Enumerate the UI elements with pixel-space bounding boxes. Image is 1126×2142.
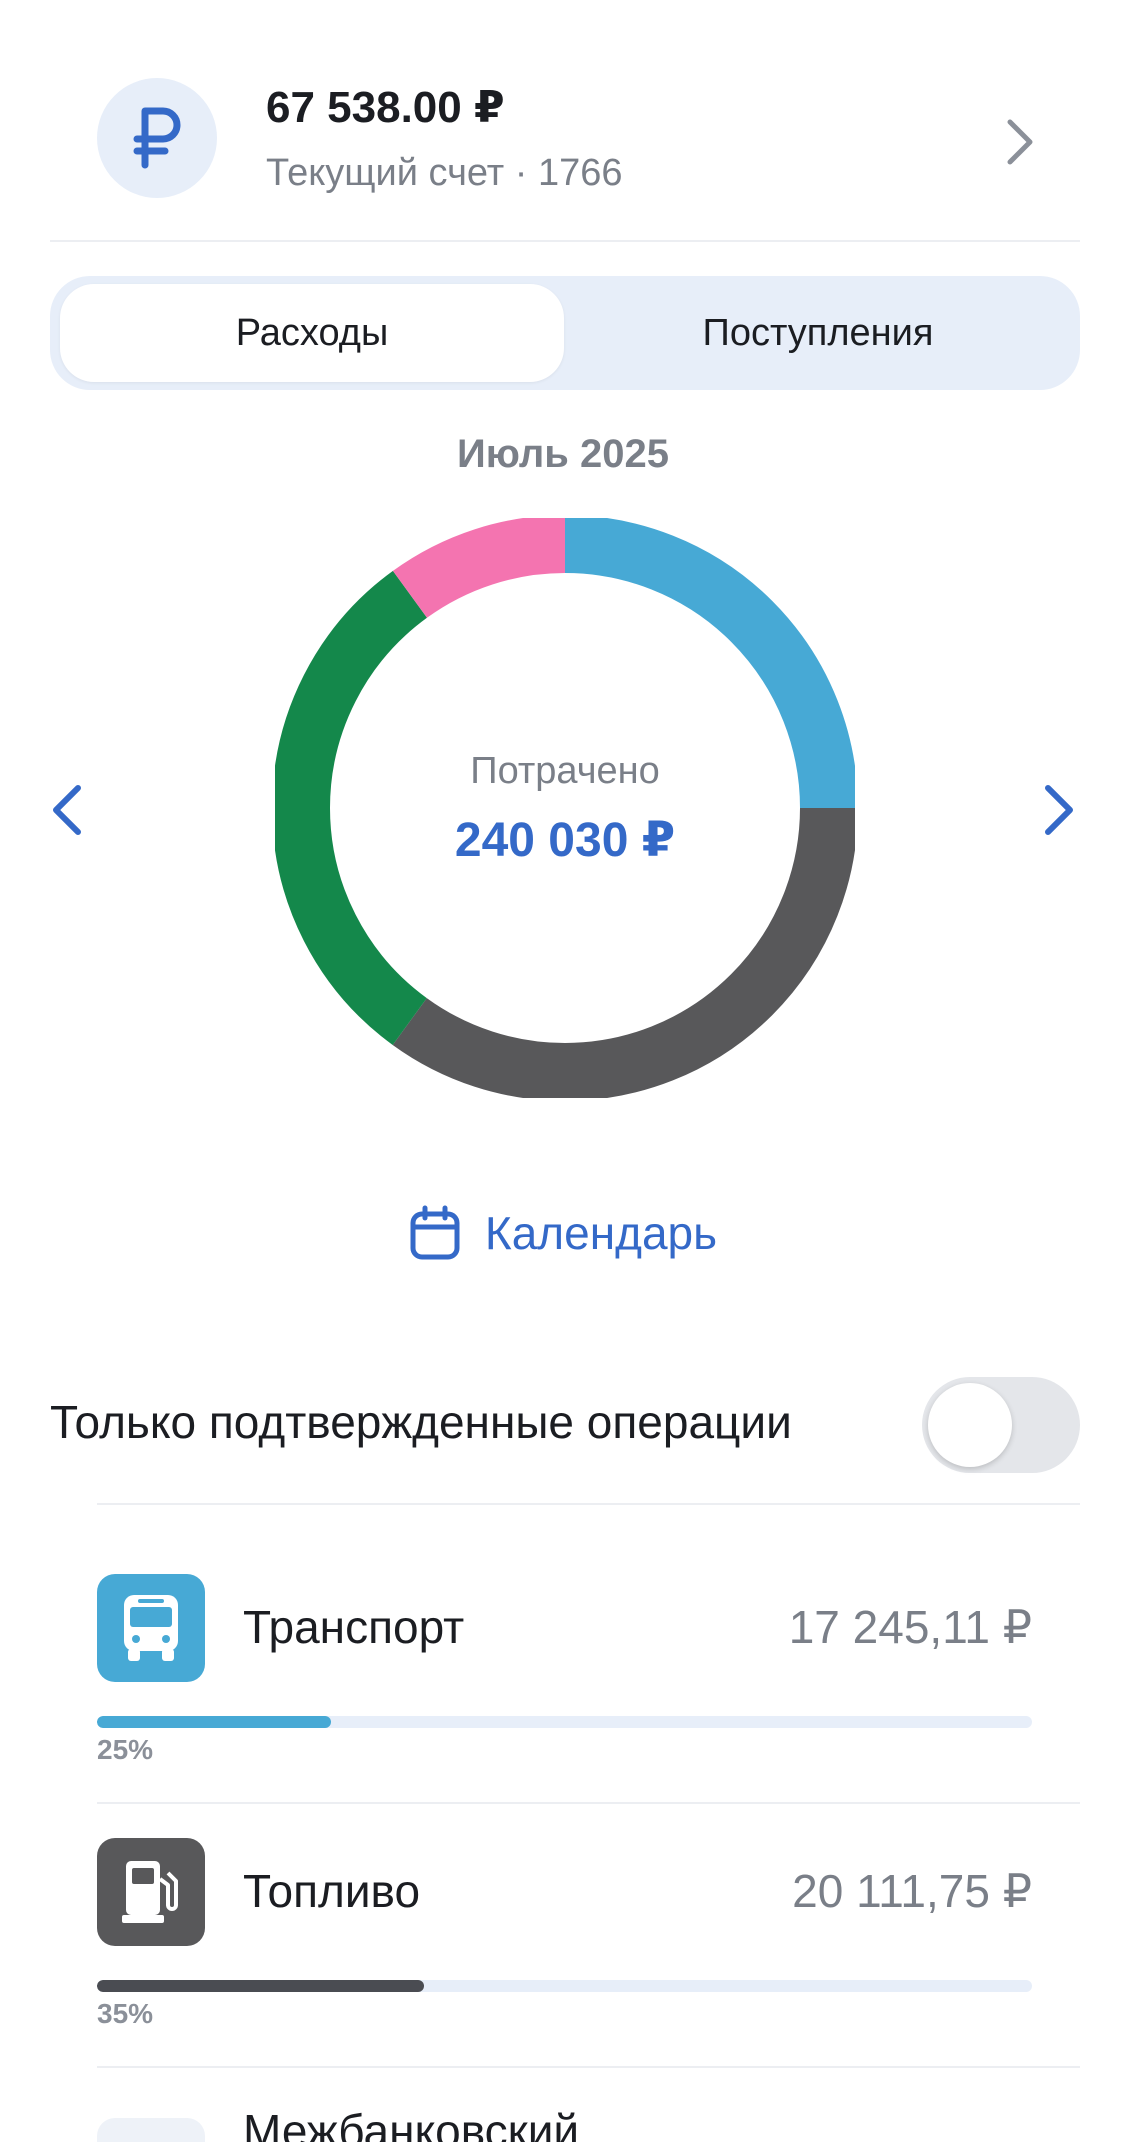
category-icon-tile xyxy=(97,1574,205,1682)
category-progress-track xyxy=(97,1716,1032,1728)
category-name: Межбанковский xyxy=(243,2105,580,2142)
category-progress-track xyxy=(97,1980,1032,1992)
divider xyxy=(50,240,1080,242)
category-amount: 20 111,75 ₽ xyxy=(792,1865,1032,1917)
category-percent: 25% xyxy=(97,1734,154,1765)
chevron-left-icon[interactable] xyxy=(46,780,90,840)
category-row-fuel[interactable]: Топливо 20 111,75 ₽ 35% xyxy=(97,1838,1080,2070)
tab-expenses[interactable]: Расходы xyxy=(60,284,564,382)
bus-icon xyxy=(124,1595,178,1661)
divider xyxy=(97,1503,1080,1505)
calendar-label: Календарь xyxy=(484,1207,718,1259)
confirmed-only-row: Только подтвержденные операции xyxy=(50,1375,1080,1475)
toggle-knob xyxy=(928,1383,1012,1467)
account-avatar xyxy=(97,78,217,198)
account-card[interactable]: 67 538.00 ₽ Текущий счет · 1766 xyxy=(50,60,1080,200)
calendar-icon xyxy=(410,1205,460,1260)
category-icon-tile xyxy=(97,2118,205,2142)
chevron-right-icon[interactable] xyxy=(1036,780,1080,840)
spent-label: Потрачено xyxy=(470,750,660,792)
category-amount: 17 245,11 ₽ xyxy=(788,1601,1032,1653)
account-subtitle: Текущий счет · 1766 xyxy=(266,152,623,194)
month-label: Июль 2025 xyxy=(456,432,669,476)
confirmed-only-toggle[interactable] xyxy=(922,1377,1080,1473)
ruble-icon xyxy=(133,107,181,169)
tab-income[interactable]: Поступления xyxy=(566,284,1070,382)
chevron-right-icon[interactable] xyxy=(1000,114,1040,170)
category-icon-tile xyxy=(97,1838,205,1946)
category-percent: 35% xyxy=(97,1998,154,2029)
category-row-interbank[interactable]: Межбанковский xyxy=(97,2105,1080,2142)
calendar-link[interactable]: Календарь xyxy=(0,1205,1126,1261)
expense-income-switch: Расходы Поступления xyxy=(50,276,1080,390)
category-progress-fill xyxy=(97,1716,331,1728)
category-progress-fill xyxy=(97,1980,425,1992)
confirmed-only-label: Только подтвержденные операции xyxy=(50,1396,792,1448)
divider xyxy=(97,2066,1080,2068)
divider xyxy=(97,1802,1080,1804)
expenses-screen: 67 538.00 ₽ Текущий счет · 1766 Расходы … xyxy=(0,0,1126,2142)
category-row-transport[interactable]: Транспорт 17 245,11 ₽ 25% xyxy=(97,1574,1080,1806)
account-balance: 67 538.00 ₽ xyxy=(266,83,505,132)
fuel-pump-icon xyxy=(122,1861,178,1923)
category-name: Транспорт xyxy=(243,1601,465,1653)
donut-center: Потрачено 240 030 ₽ xyxy=(275,518,855,1098)
category-name: Топливо xyxy=(243,1865,421,1917)
spent-total: 240 030 ₽ xyxy=(454,814,676,867)
